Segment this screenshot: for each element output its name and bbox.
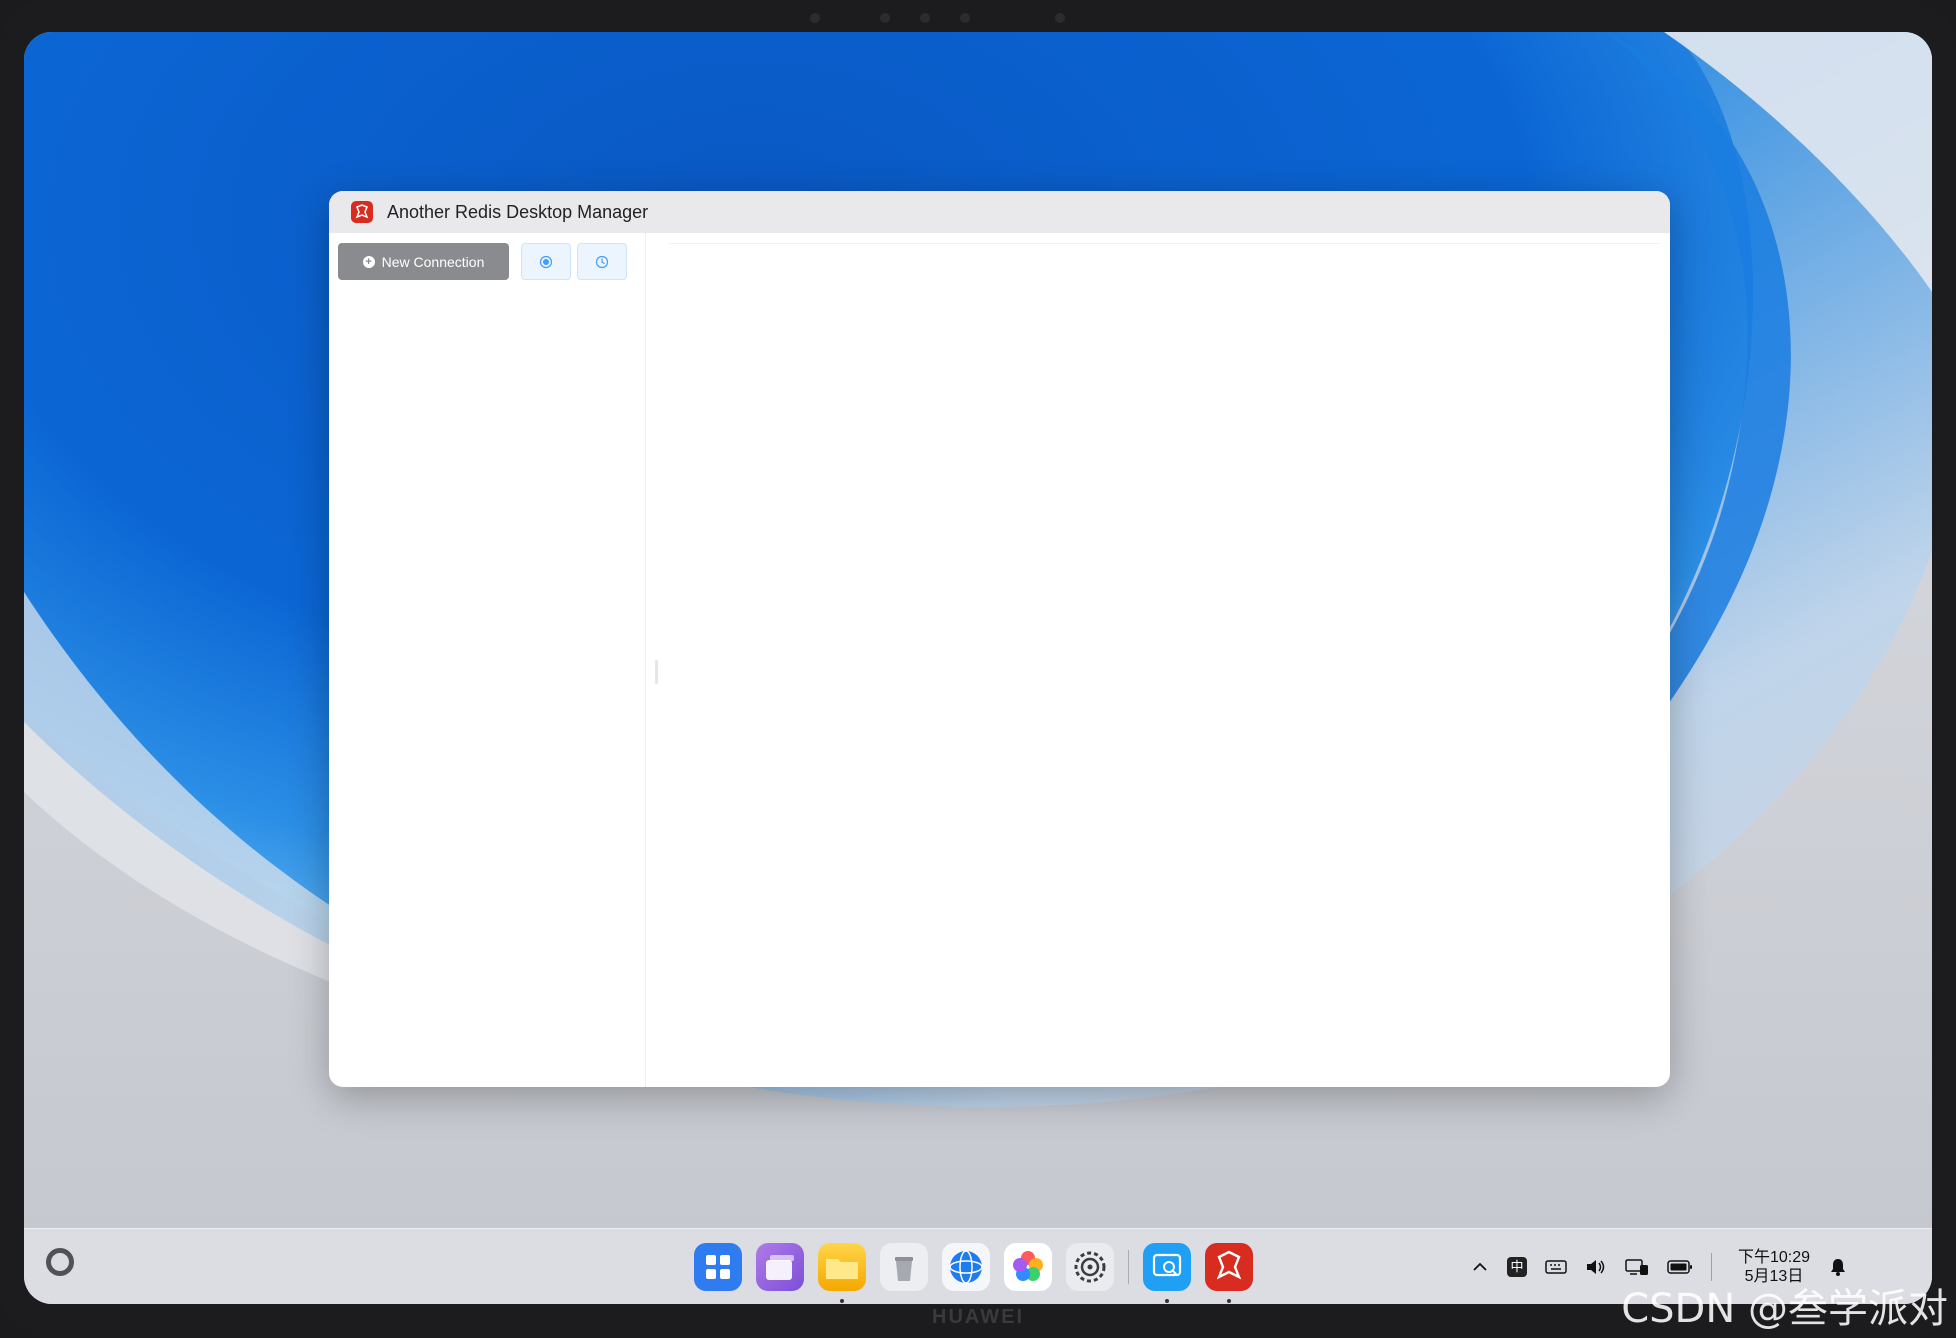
dock-separator (1128, 1250, 1129, 1284)
display-icon[interactable] (1625, 1258, 1649, 1276)
window-content: + New Connection (329, 233, 1670, 1087)
bell-icon[interactable] (1828, 1257, 1848, 1277)
plus-circle-icon: + (362, 255, 375, 268)
ime-label: 中 (1506, 1257, 1527, 1277)
main-panel-divider (669, 243, 1660, 244)
new-connection-label: New Connection (381, 253, 485, 270)
gallery-icon[interactable] (1004, 1243, 1052, 1291)
settings-button[interactable] (521, 243, 571, 280)
connections-sidebar: + New Connection (329, 233, 646, 1087)
tablet-bezel: Another Redis Desktop Manager + New Conn… (0, 0, 1956, 1338)
settings-icon[interactable] (1066, 1243, 1114, 1291)
app-window[interactable]: Another Redis Desktop Manager + New Conn… (329, 191, 1670, 1087)
history-button[interactable] (577, 243, 627, 280)
tablet-screen: Another Redis Desktop Manager + New Conn… (24, 32, 1932, 1304)
sidebar-resize-handle[interactable] (655, 660, 658, 684)
start-button[interactable] (46, 1248, 74, 1276)
app-grid-icon[interactable] (694, 1243, 742, 1291)
files-icon[interactable] (818, 1243, 866, 1303)
redis-logo-icon (351, 201, 373, 223)
ime-indicator[interactable]: 中 (1506, 1257, 1527, 1277)
chevron-up-icon[interactable] (1471, 1258, 1489, 1276)
sidebar-toolbar: + New Connection (338, 243, 627, 280)
window-title: Another Redis Desktop Manager (387, 201, 649, 222)
redis-app-icon[interactable] (1205, 1243, 1253, 1303)
keyboard-icon[interactable] (1545, 1258, 1567, 1276)
new-connection-button[interactable]: + New Connection (338, 243, 509, 280)
browser-icon[interactable] (942, 1243, 990, 1291)
battery-icon (1667, 1259, 1693, 1275)
clock-time: 下午10:29 (1737, 1249, 1810, 1266)
search-app-icon[interactable] (1143, 1243, 1191, 1303)
watermark: CSDN @叁学派对 (1621, 1286, 1948, 1332)
window-titlebar[interactable]: Another Redis Desktop Manager (329, 191, 1670, 233)
camera-sensors (810, 10, 1070, 26)
multitask-icon[interactable] (756, 1243, 804, 1291)
trash-icon[interactable] (880, 1243, 928, 1291)
clock-icon (595, 255, 609, 268)
record-icon (539, 255, 553, 268)
dock (694, 1242, 1267, 1303)
volume-icon[interactable] (1585, 1258, 1607, 1276)
